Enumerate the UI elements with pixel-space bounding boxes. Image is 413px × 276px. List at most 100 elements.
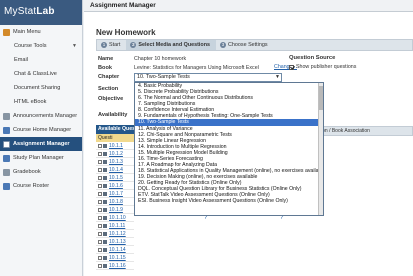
question-row[interactable]: 10.1.6 — [96, 182, 134, 190]
question-checkbox[interactable] — [98, 191, 102, 196]
question-id-link[interactable]: 10.1.3 — [109, 159, 123, 165]
show-publisher-questions-toggle[interactable]: Show publisher questions — [289, 64, 356, 70]
question-id-link[interactable]: 10.1.14 — [109, 247, 126, 253]
question-id-link[interactable]: 10.1.7 — [109, 191, 123, 197]
question-type-icon — [103, 215, 107, 220]
dropdown-scrollbar[interactable] — [318, 83, 323, 215]
question-type-icon — [103, 159, 107, 164]
question-source-title: Question Source — [289, 55, 336, 61]
main-panel: Assignment Manager New Homework 1 Start 2 S… — [84, 0, 413, 276]
sidebar-item-announcements-manager[interactable]: Announcements Manager — [0, 109, 82, 123]
step-3[interactable]: 3 Choose Settings — [216, 40, 274, 50]
sidebar-item-gradebook[interactable]: Gradebook — [0, 165, 82, 179]
sidebar-item-label: Assignment Manager — [13, 141, 70, 147]
question-row[interactable]: 10.1.7 — [96, 190, 134, 198]
sidebar-item-label: Announcements Manager — [13, 113, 78, 119]
sidebar-item-assignment-manager[interactable]: Assignment Manager — [0, 137, 82, 151]
step-number: 3 — [220, 42, 226, 48]
scrollbar-thumb[interactable] — [319, 86, 323, 110]
question-checkbox[interactable] — [98, 175, 102, 180]
question-checkbox[interactable] — [98, 263, 102, 268]
question-row[interactable]: 10.1.13 — [96, 238, 134, 246]
question-id-link[interactable]: 10.1.2 — [109, 151, 123, 157]
sidebar-item-html-ebook[interactable]: HTML eBook — [0, 95, 82, 109]
question-id-link[interactable]: 10.1.12 — [109, 231, 126, 237]
header-title: Assignment Manager — [84, 0, 413, 12]
question-type-icon — [103, 167, 107, 172]
question-id-link[interactable]: 10.1.15 — [109, 255, 126, 261]
question-checkbox[interactable] — [98, 239, 102, 244]
question-type-icon — [103, 255, 107, 260]
question-checkbox[interactable] — [98, 167, 102, 172]
question-type-icon — [103, 263, 107, 268]
sidebar-item-email[interactable]: Email — [0, 53, 82, 67]
sidebar-item-study-plan-manager[interactable]: Study Plan Manager — [0, 151, 82, 165]
question-id-link[interactable]: 10.1.10 — [109, 215, 126, 221]
mystatlab-logo[interactable]: MyStatLab — [0, 0, 82, 25]
question-type-icon — [103, 207, 107, 212]
module-icon — [3, 154, 10, 162]
chevron-down-icon[interactable]: ▼ — [275, 74, 280, 81]
question-id-link[interactable]: 10.1.11 — [109, 223, 125, 229]
question-checkbox[interactable] — [98, 231, 102, 236]
question-type-icon — [103, 199, 107, 204]
question-row[interactable]: 10.1.1 — [96, 142, 134, 150]
question-row[interactable]: 10.1.8 — [96, 198, 134, 206]
question-row[interactable]: 10.1.15 — [96, 254, 134, 262]
question-checkbox[interactable] — [98, 215, 102, 220]
question-checkbox[interactable] — [98, 223, 102, 228]
objective-label: Objective — [98, 96, 124, 102]
publisher-questions-checkbox[interactable] — [289, 64, 294, 70]
question-row[interactable]: 10.1.10 — [96, 214, 134, 222]
chapter-dropdown-list[interactable]: 4. Basic Probability 5. Discrete Probabil… — [134, 82, 324, 216]
question-checkbox[interactable] — [98, 207, 102, 212]
chevron-down-icon[interactable]: ▼ — [72, 39, 77, 53]
question-row[interactable]: 10.1.11 — [96, 222, 134, 230]
step-1[interactable]: 1 Start — [97, 40, 126, 50]
question-checkbox[interactable] — [98, 159, 102, 164]
sidebar-item-course-home-manager[interactable]: Course Home Manager — [0, 123, 82, 137]
question-checkbox[interactable] — [98, 247, 102, 252]
step-number: 1 — [101, 42, 107, 48]
sidebar-item-course-roster[interactable]: Course Roster — [0, 179, 82, 193]
step-2[interactable]: 2 Select Media and Questions — [126, 40, 216, 50]
question-id-link[interactable]: 10.1.16 — [109, 263, 126, 269]
book-label: Book — [98, 65, 112, 71]
question-checkbox[interactable] — [98, 255, 102, 260]
chapter-option[interactable]: ESI. Business Insight Video Assessment Q… — [135, 198, 323, 204]
sidebar-item-label: Gradebook — [13, 169, 41, 175]
question-checkbox[interactable] — [98, 199, 102, 204]
question-row[interactable]: 10.1.14 — [96, 246, 134, 254]
sidebar-item-label: Chat & ClassLive — [14, 71, 57, 77]
question-checkbox[interactable] — [98, 151, 102, 156]
available-questions-subheader: Questi — [96, 134, 134, 142]
question-row[interactable]: 10.1.12 — [96, 230, 134, 238]
question-id-link[interactable]: 10.1.5 — [109, 175, 123, 181]
question-id-link[interactable]: 10.1.13 — [109, 239, 126, 245]
question-row[interactable]: 10.1.16 — [96, 262, 134, 270]
question-type-icon — [103, 183, 107, 188]
question-row[interactable]: 10.1.3 — [96, 158, 134, 166]
question-row[interactable]: 10.1.5 — [96, 174, 134, 182]
question-id-link[interactable]: 10.1.8 — [109, 199, 123, 205]
name-value: Chapter 10 homework — [134, 56, 187, 62]
question-id-link[interactable]: 10.1.1 — [109, 143, 123, 149]
question-row[interactable]: 10.1.4 — [96, 166, 134, 174]
module-icon — [3, 182, 10, 190]
question-id-link[interactable]: 10.1.4 — [109, 167, 123, 173]
sidebar-item-document-sharing[interactable]: Document Sharing — [0, 81, 82, 95]
step-label: Select Media and Questions — [138, 42, 210, 48]
question-checkbox[interactable] — [98, 183, 102, 188]
sidebar-item-label: Main Menu — [13, 29, 41, 35]
question-id-link[interactable]: 10.1.9 — [109, 207, 123, 213]
sidebar-item-main-menu[interactable]: Main Menu — [0, 25, 82, 39]
sidebar-item-course-tools[interactable]: Course Tools ▼ — [0, 39, 82, 53]
question-type-icon — [103, 231, 107, 236]
question-id-link[interactable]: 10.1.6 — [109, 183, 123, 189]
question-row[interactable]: 10.1.2 — [96, 150, 134, 158]
question-checkbox[interactable] — [98, 143, 102, 148]
sidebar-item-chat-classlive[interactable]: Chat & ClassLive — [0, 67, 82, 81]
chapter-select[interactable]: 10. Two-Sample Tests ▼ — [134, 73, 282, 82]
question-row[interactable]: 10.1.9 — [96, 206, 134, 214]
sidebar-item-label: Course Home Manager — [13, 127, 72, 133]
